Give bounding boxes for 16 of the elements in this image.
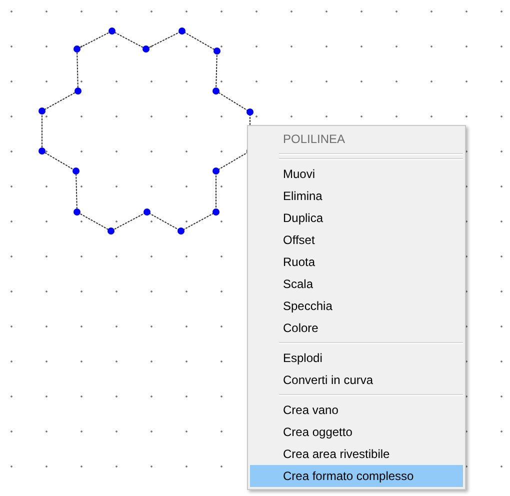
menu-title: POLILINEA	[282, 131, 346, 148]
menu-item[interactable]: Esplodi	[250, 347, 463, 369]
menu-item[interactable]: Elimina	[250, 185, 463, 207]
menu-item[interactable]: Offset	[250, 229, 463, 251]
menu-item[interactable]: Crea vano	[250, 399, 463, 421]
menu-item[interactable]: Ruota	[250, 251, 463, 273]
menu-item[interactable]: Duplica	[250, 207, 463, 229]
menu-item[interactable]: Colore	[250, 317, 463, 339]
menu-item[interactable]: Crea oggetto	[250, 421, 463, 443]
menu-item[interactable]: Crea formato complesso	[250, 465, 463, 487]
menu-item[interactable]: Specchia	[250, 295, 463, 317]
menu-item[interactable]: Converti in curva	[250, 369, 463, 391]
menu-item[interactable]: Muovi	[250, 163, 463, 185]
menu-item[interactable]: Crea area rivestibile	[250, 443, 463, 465]
menu-item[interactable]: Scala	[250, 273, 463, 295]
polyline-drawing[interactable]	[38, 28, 254, 234]
